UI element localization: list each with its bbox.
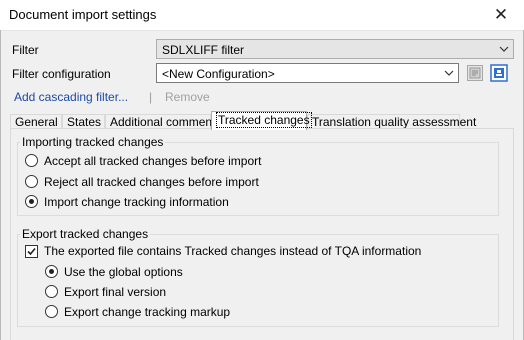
title-bar: Document import settings ✕ bbox=[0, 0, 524, 31]
tab-tracked-changes[interactable]: Tracked changes bbox=[211, 111, 312, 130]
link-separator: | bbox=[149, 90, 153, 104]
tab-states-label: States bbox=[67, 115, 102, 129]
filter-dropdown[interactable]: SDLXLIFF filter bbox=[156, 39, 514, 59]
tab-additional-comments-label: Additional comments bbox=[110, 115, 222, 129]
export-change-tracking-markup-radio[interactable] bbox=[45, 305, 58, 318]
filter-configuration-value: <New Configuration> bbox=[162, 67, 275, 81]
accept-all-label[interactable]: Accept all tracked changes before import bbox=[44, 154, 261, 168]
filter-configuration-dropdown[interactable]: <New Configuration> bbox=[156, 63, 459, 83]
edit-configuration-button[interactable] bbox=[489, 63, 509, 83]
chevron-down-icon bbox=[498, 42, 509, 56]
filter-value: SDLXLIFF filter bbox=[162, 43, 245, 57]
exported-file-tracked-changes-checkbox[interactable] bbox=[25, 245, 38, 258]
export-group-title: Export tracked changes bbox=[20, 227, 151, 241]
tab-additional-comments[interactable]: Additional comments bbox=[105, 114, 221, 129]
tab-general-label: General bbox=[15, 115, 58, 129]
filter-settings-icon bbox=[467, 65, 483, 81]
chevron-down-icon bbox=[443, 66, 454, 80]
tab-states[interactable]: States bbox=[62, 114, 105, 129]
exported-file-tracked-changes-label[interactable]: The exported file contains Tracked chang… bbox=[44, 244, 421, 258]
filter-label: Filter bbox=[12, 43, 39, 57]
window-border-left bbox=[0, 30, 1, 340]
accept-all-radio[interactable] bbox=[25, 154, 38, 167]
reject-all-label[interactable]: Reject all tracked changes before import bbox=[44, 175, 259, 189]
add-cascading-filter-link[interactable]: Add cascading filter... bbox=[14, 90, 128, 104]
edit-configuration-icon bbox=[490, 64, 508, 82]
checkmark-icon bbox=[27, 247, 36, 256]
export-change-tracking-markup-label[interactable]: Export change tracking markup bbox=[64, 305, 230, 319]
importing-group-title: Importing tracked changes bbox=[20, 135, 166, 149]
filter-configuration-label: Filter configuration bbox=[12, 67, 111, 81]
filter-settings-button[interactable] bbox=[465, 63, 485, 83]
tracked-changes-panel: Importing tracked changes Accept all tra… bbox=[10, 128, 514, 340]
tab-tracked-changes-label: Tracked changes bbox=[216, 112, 312, 128]
export-final-version-label[interactable]: Export final version bbox=[64, 285, 166, 299]
use-global-options-radio[interactable] bbox=[45, 265, 58, 278]
tab-translation-quality-assessment-label: Translation quality assessment bbox=[312, 115, 477, 129]
import-change-tracking-label[interactable]: Import change tracking information bbox=[44, 195, 229, 209]
close-icon: ✕ bbox=[493, 5, 509, 24]
tab-general[interactable]: General bbox=[10, 114, 62, 129]
remove-filter-link[interactable]: Remove bbox=[165, 90, 210, 104]
tab-translation-quality-assessment[interactable]: Translation quality assessment bbox=[307, 114, 476, 129]
export-final-version-radio[interactable] bbox=[45, 285, 58, 298]
window-title: Document import settings bbox=[9, 7, 157, 22]
close-button[interactable]: ✕ bbox=[478, 0, 524, 30]
use-global-options-label[interactable]: Use the global options bbox=[64, 265, 183, 279]
reject-all-radio[interactable] bbox=[25, 175, 38, 188]
import-change-tracking-radio[interactable] bbox=[25, 195, 38, 208]
